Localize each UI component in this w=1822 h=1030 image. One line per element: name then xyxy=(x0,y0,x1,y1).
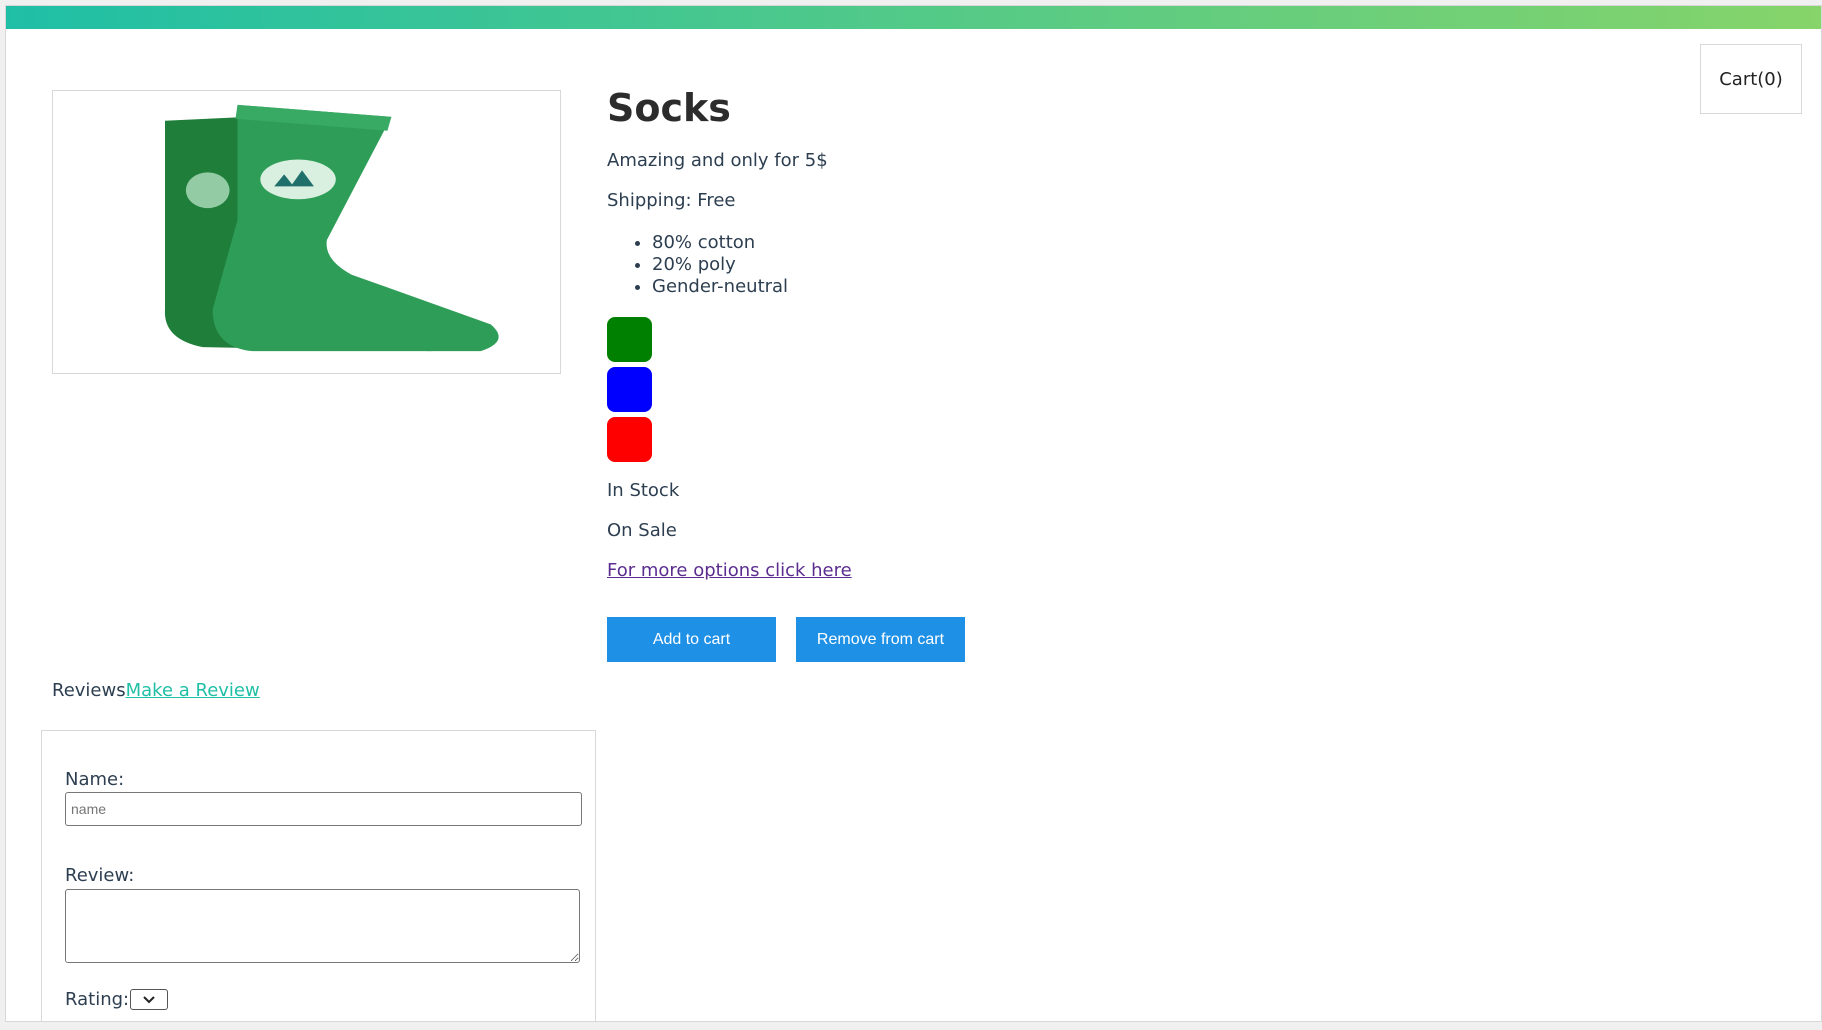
top-accent-bar xyxy=(6,6,1821,29)
more-options-link[interactable]: For more options click here xyxy=(607,560,852,581)
detail-item: 80% cotton xyxy=(652,232,788,254)
reviews-heading: Reviews xyxy=(52,680,126,701)
color-swatch-green[interactable] xyxy=(607,317,652,362)
review-label: Review: xyxy=(65,865,135,886)
product-page: Cart(0) Socks Amazing and only for 5$ Sh… xyxy=(5,5,1822,1022)
stock-status: In Stock xyxy=(607,480,680,501)
detail-item: 20% poly xyxy=(652,254,788,276)
chevron-down-icon xyxy=(143,995,155,1003)
cart-button[interactable]: Cart(0) xyxy=(1700,44,1802,114)
product-description: Amazing and only for 5$ xyxy=(607,150,828,171)
color-swatch-blue[interactable] xyxy=(607,367,652,412)
add-to-cart-button[interactable]: Add to cart xyxy=(607,617,776,662)
product-info: Socks Amazing and only for 5$ Shipping: … xyxy=(607,84,1307,662)
review-form: Name: Review: Rating: xyxy=(41,730,596,1021)
product-details-list: 80% cotton 20% poly Gender-neutral xyxy=(607,232,788,298)
rating-select[interactable] xyxy=(130,989,168,1010)
color-swatch-red[interactable] xyxy=(607,417,652,462)
name-input[interactable] xyxy=(65,792,582,826)
cart-label: Cart(0) xyxy=(1719,68,1783,90)
detail-item: Gender-neutral xyxy=(652,276,788,298)
socks-illustration xyxy=(164,104,499,352)
reviews-header: ReviewsMake a Review xyxy=(52,680,260,701)
shipping-info: Shipping: Free xyxy=(607,190,736,211)
rating-label: Rating: xyxy=(65,989,130,1010)
review-textarea[interactable] xyxy=(65,889,580,963)
sale-status: On Sale xyxy=(607,520,677,541)
remove-from-cart-button[interactable]: Remove from cart xyxy=(796,617,965,662)
make-review-link[interactable]: Make a Review xyxy=(126,680,260,701)
name-label: Name: xyxy=(65,769,125,790)
product-image xyxy=(52,90,561,374)
product-title: Socks xyxy=(607,86,731,130)
